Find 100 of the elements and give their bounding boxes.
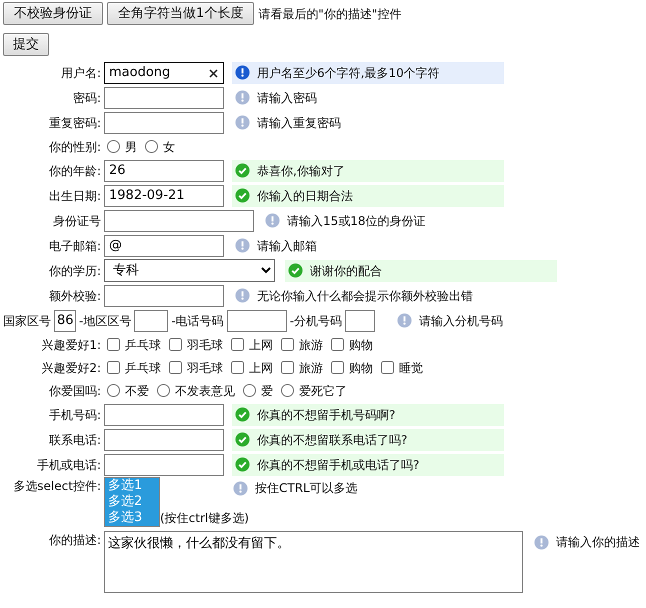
field-label: 你爱国吗: [48,382,102,400]
input-field[interactable] [104,454,224,476]
tip-text: 无论你输入什么都会提示你额外校验出错 [257,288,473,304]
input-field[interactable]: 26 [104,160,224,182]
info-icon [235,65,250,80]
info-icon [235,115,250,130]
field-label: -电话号码 [171,312,224,330]
input-field[interactable] [104,284,224,306]
field-label: 你的学历: [48,262,102,280]
tip-text: 请输入重复密码 [257,114,341,132]
dropdown[interactable]: 专科 [104,259,275,282]
option-label: 购物 [349,336,373,354]
radio-button[interactable] [157,384,170,397]
input-field[interactable]: maodong [104,62,224,84]
option-label: 女 [163,138,175,156]
info-icon [265,213,280,228]
clear-icon[interactable] [209,68,218,78]
info-icon [534,534,549,550]
option-label: 旅游 [299,360,323,376]
field-label: 国家区号 [3,312,51,330]
info-icon [233,480,248,496]
option-label: 羽毛球 [187,360,223,376]
input-field[interactable] [134,310,168,332]
submit-button[interactable]: 提交 [3,33,49,56]
field-label: 手机或电话: [36,456,102,474]
input-field[interactable]: 86 [54,310,76,332]
option-label: 乒乓球 [125,360,161,376]
check-icon [288,263,303,278]
tip-text: 请输入15或18位的身份证 [287,212,426,230]
field-label: 你的年龄: [48,162,102,180]
option-label: 上网 [249,336,273,354]
option-label: 羽毛球 [187,336,223,354]
field-label: 兴趣爱好1: [40,336,102,354]
input-field[interactable] [104,404,224,426]
checkbox[interactable] [381,361,394,374]
hint-note: (按住ctrl键多选) [160,510,250,527]
option-label: 购物 [349,360,373,376]
option-label: 睡觉 [399,360,423,376]
info-icon [235,90,250,105]
checkbox[interactable] [231,361,244,374]
field-label: 多选select控件: [12,478,102,495]
radio-button[interactable] [107,384,120,397]
radio-button[interactable] [243,384,256,397]
toolbar-note: 请看最后的"你的描述"控件 [258,6,402,22]
field-label: 你的描述: [48,532,102,549]
checkbox[interactable] [331,361,344,374]
info-icon [397,313,412,328]
checkbox[interactable] [281,361,294,374]
check-icon [235,407,250,422]
option-label: 旅游 [299,336,323,354]
option-label: 不发表意见 [175,382,235,400]
checkbox[interactable] [107,338,120,351]
textarea[interactable]: 这家伙很懒，什么都没有留下。 [104,531,523,593]
checkbox[interactable] [281,338,294,351]
toolbar-button[interactable]: 不校验身份证 [3,2,103,25]
radio-button[interactable] [281,384,294,397]
tip-text: 你真的不想留手机号码啊? [257,406,396,424]
field-label: 电子邮箱: [48,238,102,254]
input-field[interactable]: 1982-09-21 [104,184,224,206]
input-field[interactable] [226,310,287,332]
radio-button[interactable] [107,140,120,153]
field-label: 手机号码: [48,406,102,424]
input-field[interactable]: @ [104,234,224,256]
checkbox[interactable] [169,361,182,374]
tip-text: 用户名至少6个字符,最多10个字符 [257,64,440,82]
tip-text: 请输入密码 [257,90,317,106]
field-label: 重复密码: [48,114,102,132]
field-label: 密码: [72,90,102,106]
checkbox[interactable] [107,361,120,374]
checkbox[interactable] [231,338,244,351]
field-label: 你的性别: [48,138,102,156]
field-label: 联系电话: [48,432,102,448]
field-label: 用户名: [60,64,102,82]
radio-button[interactable] [145,140,158,153]
option-label: 爱 [261,382,273,400]
field-label: -地区区号 [79,312,132,330]
input-field[interactable] [104,210,254,232]
input-field[interactable] [104,86,224,108]
toolbar-button[interactable]: 全角字符当做1个长度 [107,2,254,25]
field-label: 兴趣爱好2: [40,360,102,376]
option-label: 乒乓球 [125,336,161,354]
checkbox[interactable] [331,338,344,351]
check-icon [235,457,250,472]
field-label: 出生日期: [48,188,102,204]
option-label: 上网 [249,360,273,376]
input-field[interactable] [104,112,224,134]
checkbox[interactable] [169,338,182,351]
tip-text: 请输入你的描述 [556,534,640,551]
tip-text: 你输入的日期合法 [257,188,353,204]
field-label: -分机号码 [290,312,342,330]
option-label: 男 [125,138,137,156]
check-icon [235,432,250,447]
check-icon [235,163,250,178]
tip-text: 恭喜你,你输对了 [257,162,345,180]
tip-text: 请输入邮箱 [257,238,317,254]
input-field[interactable] [345,310,376,332]
tip-text: 你真的不想留联系电话了吗? [257,432,408,448]
tip-text: 按住CTRL可以多选 [255,480,358,497]
input-field[interactable] [104,428,224,450]
tip-text: 你真的不想留手机或电话了吗? [257,456,420,474]
